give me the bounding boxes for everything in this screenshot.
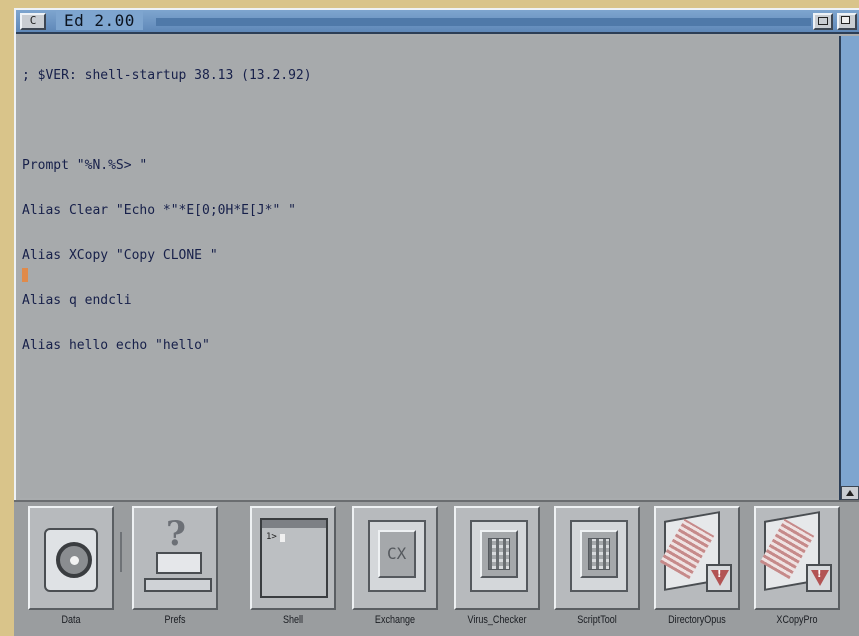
- close-gadget[interactable]: C: [20, 13, 46, 30]
- title-bar-fill: [156, 18, 811, 26]
- toolbar-dock: Data ? Prefs 1> Shell CX Exchange Virus_…: [14, 500, 859, 636]
- text-cursor: [22, 268, 28, 282]
- dock-item-xcopypro[interactable]: ! XCopyPro: [754, 506, 840, 634]
- dock-tile: CX: [352, 506, 438, 610]
- dock-label: Exchange: [374, 614, 416, 626]
- dock-label: DirectoryOpus: [668, 614, 726, 626]
- dock-label: Virus_Checker: [467, 614, 527, 626]
- dock-item-prefs[interactable]: ? Prefs: [132, 506, 218, 634]
- zoom-gadget[interactable]: [813, 13, 833, 30]
- editor-line: Alias XCopy "Copy CLONE ": [22, 248, 218, 263]
- title-bar[interactable]: C Ed 2.00: [16, 10, 859, 34]
- depth-gadget[interactable]: [837, 13, 857, 30]
- dock-divider: [120, 532, 122, 572]
- dock-item-exchange[interactable]: CX Exchange: [352, 506, 438, 634]
- editor-window: C Ed 2.00 ; $VER: shell-startup 38.13 (1…: [14, 8, 859, 502]
- dock-label: Shell: [282, 614, 304, 626]
- scroll-up-arrow-icon[interactable]: [841, 486, 859, 500]
- dock-label: Prefs: [164, 614, 186, 626]
- dock-item-shell[interactable]: 1> Shell: [250, 506, 336, 634]
- editor-line: ; $VER: shell-startup 38.13 (13.2.92): [22, 68, 312, 83]
- editor-line: Alias Clear "Echo *"*E[0;0H*E[J*" ": [22, 203, 296, 218]
- dock-label: XCopyPro: [776, 614, 818, 626]
- dock-tile: 1>: [250, 506, 336, 610]
- text-editor-area[interactable]: ; $VER: shell-startup 38.13 (13.2.92) Pr…: [20, 36, 838, 498]
- window-title: Ed 2.00: [56, 11, 143, 30]
- dock-label: Data: [61, 614, 81, 626]
- dock-item-virus-checker[interactable]: Virus_Checker: [454, 506, 540, 634]
- close-label: C: [29, 14, 37, 27]
- dock-tile: [554, 506, 640, 610]
- editor-line: Alias hello echo "hello": [22, 338, 210, 353]
- dock-tile: !: [654, 506, 740, 610]
- editor-line: Prompt "%N.%S> ": [22, 158, 148, 173]
- dock-tile: [28, 506, 114, 610]
- dock-item-data[interactable]: Data: [28, 506, 114, 634]
- dock-item-scripttool[interactable]: ScriptTool: [554, 506, 640, 634]
- dock-tile: !: [754, 506, 840, 610]
- dock-label: ScriptTool: [577, 614, 617, 626]
- dock-item-directory-opus[interactable]: ! DirectoryOpus: [654, 506, 740, 634]
- dock-tile: [454, 506, 540, 610]
- editor-line: Alias q endcli: [22, 293, 132, 308]
- dock-tile: ?: [132, 506, 218, 610]
- vertical-scrollbar[interactable]: [839, 36, 859, 502]
